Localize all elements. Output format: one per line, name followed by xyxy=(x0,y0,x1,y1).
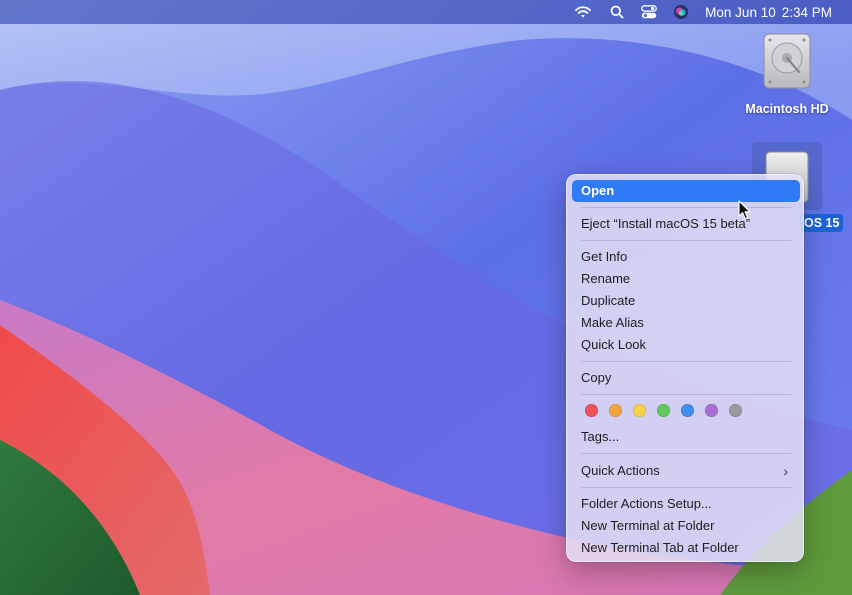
search-icon[interactable] xyxy=(607,0,627,24)
menu-item-get-info[interactable]: Get Info xyxy=(572,246,800,268)
menu-item-quick-look[interactable]: Quick Look xyxy=(572,334,800,356)
tag-orange-dot[interactable] xyxy=(609,404,622,417)
menu-item-copy[interactable]: Copy xyxy=(572,367,800,389)
menu-item-open[interactable]: Open xyxy=(572,180,800,202)
desktop-icon-macintosh-hd[interactable]: Macintosh HD xyxy=(740,32,834,116)
menubar-time[interactable]: 2:34 PM xyxy=(782,0,832,24)
menubar-date[interactable]: Mon Jun 10 xyxy=(705,0,776,24)
mouse-pointer-icon xyxy=(738,200,751,220)
menu-separator xyxy=(581,207,791,208)
hard-drive-icon xyxy=(761,32,813,90)
menu-item-new-terminal-tab-at-folder[interactable]: New Terminal Tab at Folder xyxy=(572,537,800,559)
menu-item-duplicate[interactable]: Duplicate xyxy=(572,290,800,312)
menu-item-label: Quick Actions xyxy=(581,463,660,478)
tag-red-dot[interactable] xyxy=(585,404,598,417)
desktop-icon-label: Macintosh HD xyxy=(745,102,829,116)
tag-blue-dot[interactable] xyxy=(681,404,694,417)
tag-purple-dot[interactable] xyxy=(705,404,718,417)
menu-item-eject[interactable]: Eject “Install macOS 15 beta” xyxy=(572,213,800,235)
tag-green-dot[interactable] xyxy=(657,404,670,417)
chevron-right-icon: › xyxy=(783,463,788,479)
menu-item-quick-actions[interactable]: Quick Actions › xyxy=(572,460,800,482)
siri-icon[interactable] xyxy=(671,0,691,24)
control-center-icon[interactable] xyxy=(639,0,659,24)
menu-bar: Mon Jun 10 2:34 PM xyxy=(0,0,852,24)
desktop-icon-label-selected: OS 15 xyxy=(800,214,844,232)
menu-item-tags[interactable]: Tags... xyxy=(572,426,800,448)
tag-yellow-dot[interactable] xyxy=(633,404,646,417)
tag-gray-dot[interactable] xyxy=(729,404,742,417)
wifi-icon[interactable] xyxy=(571,0,595,24)
menu-item-make-alias[interactable]: Make Alias xyxy=(572,312,800,334)
menu-separator xyxy=(581,240,791,241)
context-menu: Open Eject “Install macOS 15 beta” Get I… xyxy=(566,174,804,562)
menu-separator xyxy=(581,361,791,362)
menu-item-folder-actions-setup[interactable]: Folder Actions Setup... xyxy=(572,493,800,515)
tag-color-row xyxy=(585,404,753,418)
menu-separator xyxy=(581,487,791,488)
menu-separator xyxy=(581,394,791,395)
menu-separator xyxy=(581,453,791,454)
menu-item-rename[interactable]: Rename xyxy=(572,268,800,290)
menu-item-new-terminal-at-folder[interactable]: New Terminal at Folder xyxy=(572,515,800,537)
